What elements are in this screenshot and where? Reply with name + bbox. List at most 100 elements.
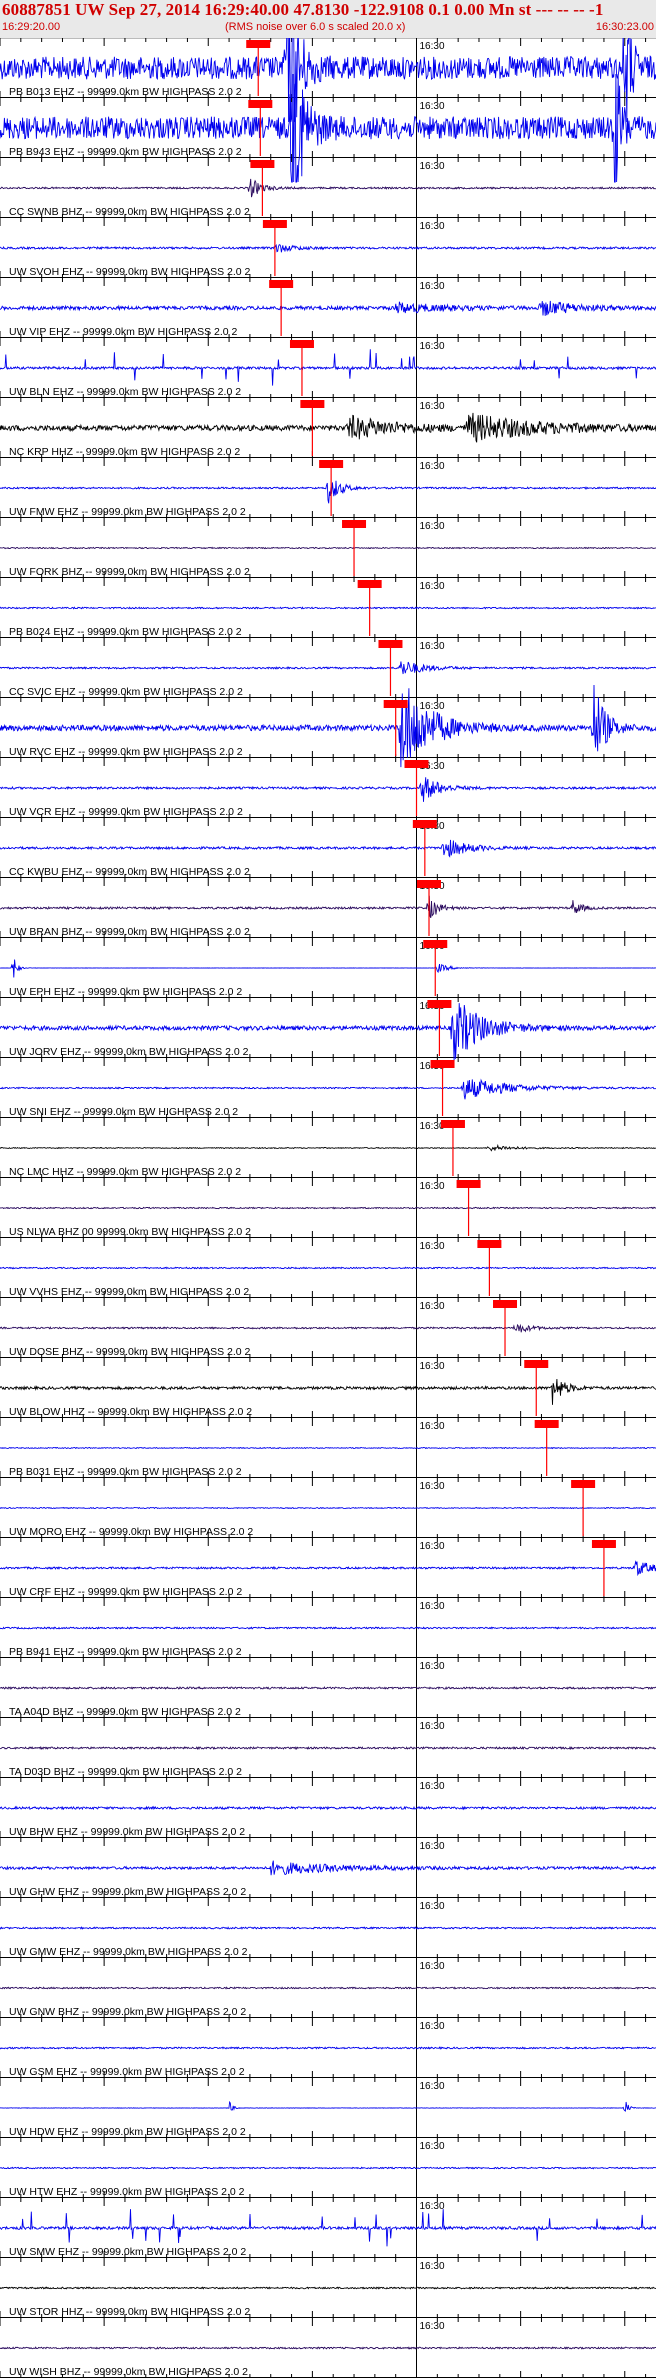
channel-label: UW SNI EHZ -- 99999.0km BW HIGHPASS 2.0 …: [9, 1106, 238, 1118]
waveform-trace: [0, 1323, 656, 1333]
channel-label: UW BRAN BHZ -- 99999.0km BW HIGHPASS 2.0…: [9, 926, 250, 938]
channel-label: UW GMW EHZ -- 99999.0km BW HIGHPASS 2.0 …: [9, 1946, 248, 1958]
waveform-trace: [0, 480, 656, 504]
waveform-trace: [0, 2166, 656, 2170]
waveform-trace: [0, 606, 656, 610]
channel-label: UW DOSE BHZ -- 99999.0km BW HIGHPASS 2.0…: [9, 1346, 251, 1358]
waveform-trace: [0, 1986, 656, 1990]
channel-3: 16:30 UW SVOH EHZ -- 99999.0km BW HIGHPAS…: [0, 218, 656, 278]
minute-label: 16:30: [420, 2261, 445, 2272]
channel-4: 16:30 UW VIP EHZ -- 99999.0km BW HIGHPASS…: [0, 278, 656, 338]
channel-24: 16:30 UW MORO EHZ -- 99999.0km BW HIGHPAS…: [0, 1478, 656, 1538]
waveform-trace: [0, 1926, 656, 1930]
channel-label: PB B013 EHZ -- 99999.0km BW HIGHPASS 2.0…: [9, 86, 242, 98]
channel-label: UW SMW EHZ -- 99999.0km BW HIGHPASS 2.0 …: [9, 2246, 246, 2258]
minute-label: 16:30: [420, 1541, 445, 1552]
waveform-trace: [0, 412, 656, 443]
minute-label: 16:30: [420, 461, 445, 472]
minute-label: 16:30: [420, 161, 445, 172]
channel-13: 16:30CC KWBU EHZ -- 99999.0km BW HIGHPAS…: [0, 818, 656, 878]
channel-17: 16:30UW SNI EHZ -- 99999.0km BW HIGHPASS…: [0, 1058, 656, 1118]
channel-28: 16:30 TA D03D BHZ -- 99999.0km BW HIGHPAS…: [0, 1718, 656, 1778]
waveform-trace: [0, 2046, 656, 2050]
channel-23: 16:30 PB B031 EHZ -- 99999.0km BW HIGHPAS…: [0, 1418, 656, 1478]
waveform-trace: [0, 1078, 656, 1100]
channel-5: 16:30 UW BLN EHZ -- 99999.0km BW HIGHPASS…: [0, 338, 656, 398]
channel-label: UW BLOW HHZ -- 99999.0km BW HIGHPASS 2.0…: [9, 1406, 252, 1418]
minute-label: 16:30: [420, 2201, 445, 2212]
waveform-trace: [0, 1446, 656, 1450]
minute-label: 16:30: [420, 521, 445, 532]
waveform-trace: [0, 300, 656, 316]
channel-label: US NLWA BHZ 00 99999.0km BW HIGHPASS 2.0…: [9, 1226, 251, 1238]
minute-label: 16:30: [420, 101, 445, 112]
channel-32: 16:30 UW GNW BHZ -- 99999.0km BW HIGHPASS…: [0, 1958, 656, 2018]
channel-label: TA A04D BHZ -- 99999.0km BW HIGHPASS 2.0…: [9, 1706, 241, 1718]
minute-label: 16:30: [420, 1301, 445, 1312]
waveform-trace: [0, 1860, 656, 1876]
waveform-trace: [0, 1686, 656, 1690]
waveform-trace: [0, 1626, 656, 1630]
minute-label: 16:30: [420, 1481, 445, 1492]
waveform-trace: [0, 2286, 656, 2290]
channel-29: 16:30 UW BHW EHZ -- 99999.0km BW HIGHPASS…: [0, 1778, 656, 1838]
channel-10: 16:30 CC SVIC EHZ -- 99999.0km BW HIGHPAS…: [0, 638, 656, 698]
channel-label: PB B031 EHZ -- 99999.0km BW HIGHPASS 2.0…: [9, 1466, 242, 1478]
waveform-trace: [0, 1206, 656, 1210]
channel-label: UW FMW EHZ -- 99999.0km BW HIGHPASS 2.0 …: [9, 506, 246, 518]
waveform-trace: [0, 349, 656, 386]
seismogram-chart: 16:30 PB B013 EHZ -- 99999.0km BW HIGHPAS…: [0, 38, 656, 2378]
channel-label: UW CRF EHZ -- 99999.0km BW HIGHPASS 2.0 …: [9, 1586, 242, 1598]
minute-label: 16:30: [420, 581, 445, 592]
channel-label: CC SVIC EHZ -- 99999.0km BW HIGHPASS 2.0…: [9, 686, 243, 698]
plot-header: 60887851 UW Sep 27, 2014 16:29:40.00 47.…: [0, 0, 656, 39]
minute-label: 16:30: [420, 1241, 445, 1252]
channel-33: 16:30 UW GSM EHZ -- 99999.0km BW HIGHPASS…: [0, 2018, 656, 2078]
channel-15: 16:30UW EPH EHZ -- 99999.0km BW HIGHPASS…: [0, 938, 656, 998]
channel-21: 16:30 UW DOSE BHZ -- 99999.0km BW HIGHPAS…: [0, 1298, 656, 1358]
channel-label: UW HTW EHZ -- 99999.0km BW HIGHPASS 2.0 …: [9, 2186, 245, 2198]
channel-label: UW GHW EHZ -- 99999.0km BW HIGHPASS 2.0 …: [9, 1886, 246, 1898]
minute-label: 16:30: [420, 641, 445, 652]
waveform-trace: [0, 1805, 656, 1811]
minute-label: 16:30: [420, 2141, 445, 2152]
channel-label: PB B024 EHZ -- 99999.0km BW HIGHPASS 2.0…: [9, 626, 242, 638]
channel-label: CC SWNB BHZ -- 99999.0km BW HIGHPASS 2.0…: [9, 206, 250, 218]
event-title: 60887851 UW Sep 27, 2014 16:29:40.00 47.…: [2, 0, 604, 19]
minute-label: 16:30: [420, 1181, 445, 1192]
waveform-trace: [0, 38, 656, 123]
minute-label: 16:30: [420, 2321, 445, 2332]
channel-label: UW SVOH EHZ -- 99999.0km BW HIGHPASS 2.0…: [9, 266, 251, 278]
minute-label: 16:30: [420, 1781, 445, 1792]
minute-label: 16:30: [420, 1841, 445, 1852]
minute-label: 16:30: [420, 2081, 445, 2092]
waveform-trace: [0, 1143, 656, 1152]
channel-30: 16:30 UW GHW EHZ -- 99999.0km BW HIGHPASS…: [0, 1838, 656, 1898]
channel-label: UW EPH EHZ -- 99999.0km BW HIGHPASS 2.0 …: [9, 986, 242, 998]
waveform-trace: [0, 895, 656, 919]
channel-6: 16:30 NC KRP HHZ -- 99999.0km BW HIGHPASS…: [0, 398, 656, 458]
channel-label: NC LMC HHZ -- 99999.0km BW HIGHPASS 2.0 …: [9, 1166, 241, 1178]
channel-25: 16:30 UW CRF EHZ -- 99999.0km BW HIGHPASS…: [0, 1538, 656, 1598]
channel-label: UW WISH BHZ -- 99999.0km BW HIGHPASS 2.0…: [9, 2366, 248, 2378]
channel-26: 16:30 PB B941 EHZ -- 99999.0km BW HIGHPAS…: [0, 1598, 656, 1658]
channel-16: 16:30UW JORV EHZ -- 99999.0km BW HIGHPAS…: [0, 998, 656, 1062]
channel-2: 16:30 CC SWNB BHZ -- 99999.0km BW HIGHPAS…: [0, 158, 656, 218]
waveform-trace: [0, 1560, 656, 1577]
channel-22: 16:30 UW BLOW HHZ -- 99999.0km BW HIGHPAS…: [0, 1358, 656, 1418]
minute-label: 16:30: [420, 341, 445, 352]
channel-label: UW BLN EHZ -- 99999.0km BW HIGHPASS 2.0 …: [9, 386, 241, 398]
channel-label: UW GNW BHZ -- 99999.0km BW HIGHPASS 2.0 …: [9, 2006, 246, 2018]
channel-label: UW MORO EHZ -- 99999.0km BW HIGHPASS 2.0…: [9, 1526, 253, 1538]
channel-label: UW RVC EHZ -- 99999.0km BW HIGHPASS 2.0 …: [9, 746, 243, 758]
waveform-trace: [0, 2209, 656, 2247]
minute-label: 16:30: [420, 1961, 445, 1972]
channel-label: UW VCR EHZ -- 99999.0km BW HIGHPASS 2.0 …: [9, 806, 243, 818]
waveform-trace: [0, 2346, 656, 2350]
channel-20: 16:30 UW VVHS EHZ -- 99999.0km BW HIGHPAS…: [0, 1238, 656, 1298]
minute-label: 16:30: [420, 41, 445, 52]
waveform-trace: [0, 178, 656, 198]
minute-label: 16:30: [420, 221, 445, 232]
minute-label: 16:30: [420, 401, 445, 412]
waveform-trace: [0, 546, 656, 550]
